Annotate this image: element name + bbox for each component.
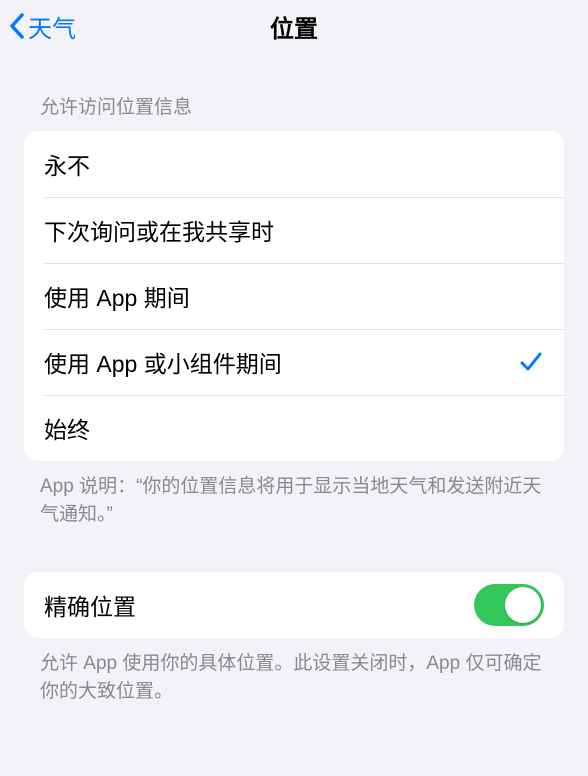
option-label: 永不 — [44, 147, 90, 181]
precise-location-toggle[interactable] — [474, 584, 544, 626]
option-label: 使用 App 或小组件期间 — [44, 345, 282, 379]
section-footer-location-access: App 说明：“你的位置信息将用于显示当地天气和发送附近天气通知。” — [0, 461, 588, 528]
option-label: 始终 — [44, 411, 90, 445]
option-while-using-or-widgets[interactable]: 使用 App 或小组件期间 — [24, 329, 564, 395]
checkmark-icon — [518, 349, 544, 375]
back-label: 天气 — [28, 9, 76, 44]
page-title: 位置 — [270, 9, 318, 44]
option-ask-next[interactable]: 下次询问或在我共享时 — [24, 197, 564, 263]
location-access-group: 永不 下次询问或在我共享时 使用 App 期间 使用 App 或小组件期间 始终 — [24, 131, 564, 461]
back-button[interactable]: 天气 — [0, 9, 76, 44]
section-header-location-access: 允许访问位置信息 — [0, 52, 588, 131]
option-while-using[interactable]: 使用 App 期间 — [24, 263, 564, 329]
chevron-left-icon — [8, 12, 26, 40]
precise-location-label: 精确位置 — [44, 588, 136, 622]
precise-location-row: 精确位置 — [24, 572, 564, 638]
option-label: 下次询问或在我共享时 — [44, 213, 274, 247]
option-never[interactable]: 永不 — [24, 131, 564, 197]
option-always[interactable]: 始终 — [24, 395, 564, 461]
precise-location-group: 精确位置 — [24, 572, 564, 638]
option-label: 使用 App 期间 — [44, 279, 190, 313]
spacer — [0, 528, 588, 572]
section-footer-precise: 允许 App 使用你的具体位置。此设置关闭时，App 仅可确定你的大致位置。 — [0, 638, 588, 705]
navbar: 天气 位置 — [0, 0, 588, 52]
